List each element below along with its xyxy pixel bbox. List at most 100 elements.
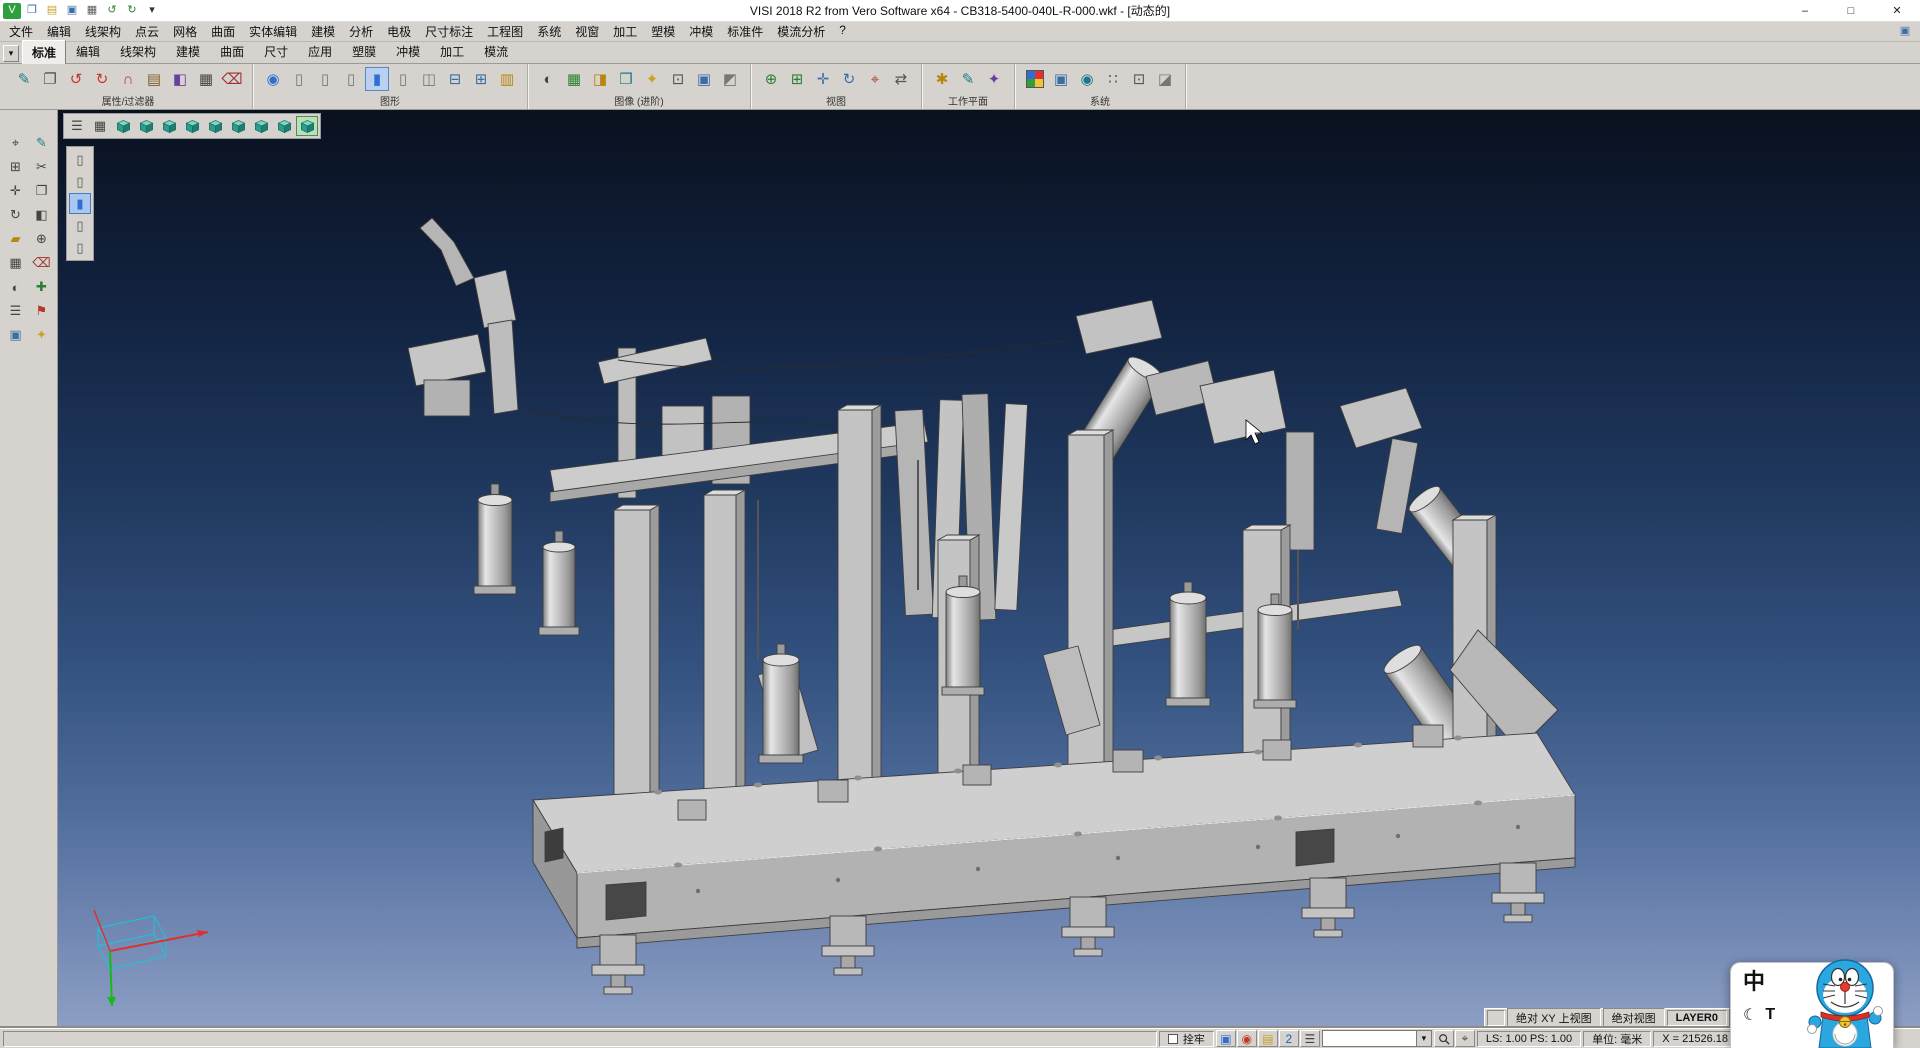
- previous-view-icon[interactable]: ⇄: [889, 67, 913, 91]
- combo-dropdown-icon[interactable]: ▾: [1416, 1031, 1431, 1046]
- cad-model-fixture[interactable]: [58, 110, 1920, 1028]
- element-filter-icon[interactable]: ▦: [194, 67, 218, 91]
- help-2-icon[interactable]: 2: [1279, 1030, 1299, 1047]
- menu-item-17[interactable]: 标准件: [720, 21, 770, 42]
- layers-database-icon[interactable]: ⊟: [443, 67, 467, 91]
- highlight-icon[interactable]: ✦: [640, 67, 664, 91]
- coordinate-combo[interactable]: ▾: [1322, 1030, 1432, 1047]
- offset-icon[interactable]: ⊕: [30, 228, 54, 250]
- clear-filter-icon[interactable]: ⌫: [220, 67, 244, 91]
- zoom-all-icon[interactable]: ⊕: [759, 67, 783, 91]
- layer-filter-icon[interactable]: ▤: [142, 67, 166, 91]
- ribbon-tab-9[interactable]: 加工: [430, 39, 474, 63]
- right-view-icon[interactable]: [181, 116, 203, 136]
- grid-icon[interactable]: ▦: [4, 252, 28, 274]
- active-layer-label[interactable]: LAYER0: [1667, 1010, 1727, 1026]
- ribbon-tab-2[interactable]: 线架构: [110, 39, 166, 63]
- graphics-settings-icon[interactable]: ▥: [495, 67, 519, 91]
- menu-item-18[interactable]: 模流分析: [770, 21, 832, 42]
- front-view-icon[interactable]: [158, 116, 180, 136]
- snapshot-icon[interactable]: ◉: [1237, 1030, 1257, 1047]
- axonometric-view-icon[interactable]: [273, 116, 295, 136]
- cylinder-dashed-icon[interactable]: ▯: [339, 67, 363, 91]
- ribbon-tab-3[interactable]: 建模: [166, 39, 210, 63]
- cylinder-hidden-icon[interactable]: ▯: [313, 67, 337, 91]
- ime-punctuation-icon[interactable]: T: [1765, 1006, 1775, 1024]
- menu-item-12[interactable]: 系统: [530, 21, 568, 42]
- clamp-cylinders[interactable]: [474, 484, 1296, 763]
- globe-settings-icon[interactable]: ◉: [1075, 67, 1099, 91]
- redo-icon[interactable]: ↻: [123, 3, 141, 19]
- grid-snap-icon[interactable]: ∷: [1101, 67, 1125, 91]
- save-session-icon[interactable]: ▣: [1216, 1030, 1236, 1047]
- list-icon[interactable]: ☰: [4, 300, 28, 322]
- properties-icon[interactable]: ▣: [4, 324, 28, 346]
- close-button[interactable]: ✕: [1874, 0, 1920, 21]
- display-settings-icon[interactable]: ▣: [1049, 67, 1073, 91]
- folder-icon[interactable]: ▤: [1258, 1030, 1278, 1047]
- zoom-window-icon[interactable]: ⊞: [4, 156, 28, 178]
- print-icon[interactable]: ▦: [83, 3, 101, 19]
- menu-item-15[interactable]: 塑模: [644, 21, 682, 42]
- rotate-icon[interactable]: ↻: [4, 204, 28, 226]
- copy-icon[interactable]: ❐: [30, 180, 54, 202]
- wireframe-mode-icon[interactable]: ▦: [562, 67, 586, 91]
- delete-icon[interactable]: ⌫: [30, 252, 54, 274]
- view-grid-icon[interactable]: ▦: [89, 116, 111, 136]
- mirror-icon[interactable]: ◧: [30, 204, 54, 226]
- shaded-view-icon[interactable]: [296, 116, 318, 136]
- filter-solids-icon[interactable]: ▯: [69, 171, 91, 192]
- maximize-button[interactable]: □: [1828, 0, 1874, 21]
- filter-all-entities-icon[interactable]: ▯: [69, 149, 91, 170]
- filter-wireframe-icon[interactable]: ▯: [69, 237, 91, 258]
- cylinder-shaded-icon[interactable]: ▮: [365, 67, 389, 91]
- refresh-graphics-icon[interactable]: ◉: [261, 67, 285, 91]
- pan-view-icon[interactable]: ✛: [811, 67, 835, 91]
- lock-toggle[interactable]: 拴牢: [1159, 1031, 1214, 1047]
- cylinder-section-icon[interactable]: ◫: [417, 67, 441, 91]
- highlight-element-icon[interactable]: ✦: [30, 324, 54, 346]
- workplane-edit-icon[interactable]: ✎: [956, 67, 980, 91]
- layer-list-icon[interactable]: ☰: [1300, 1030, 1320, 1047]
- ime-mode-indicator[interactable]: 中: [1743, 971, 1775, 993]
- move-icon[interactable]: ✛: [4, 180, 28, 202]
- magnet-snap-icon[interactable]: ∩: [116, 67, 140, 91]
- zoom-window-icon[interactable]: ⊞: [785, 67, 809, 91]
- left-view-icon[interactable]: [204, 116, 226, 136]
- tab-overflow-button[interactable]: ▾: [3, 45, 19, 62]
- quick-access-dropdown-icon[interactable]: ▾: [143, 3, 161, 19]
- ribbon-tab-6[interactable]: 应用: [298, 39, 342, 63]
- cylinder-edges-icon[interactable]: ▯: [391, 67, 415, 91]
- ribbon-tab-5[interactable]: 尺寸: [254, 39, 298, 63]
- top-view-icon[interactable]: [135, 116, 157, 136]
- ime-fullwidth-moon-icon[interactable]: ☾: [1743, 1005, 1757, 1025]
- back-view-icon[interactable]: [227, 116, 249, 136]
- search-view-icon[interactable]: [1487, 1010, 1505, 1026]
- rotate-view-icon[interactable]: ↻: [837, 67, 861, 91]
- menu-item-19[interactable]: ?: [832, 21, 853, 42]
- visi-logo-icon[interactable]: V: [3, 3, 21, 19]
- ribbon-tab-8[interactable]: 冲模: [386, 39, 430, 63]
- window-restore-icon[interactable]: ▣: [1896, 24, 1914, 40]
- bottom-view-icon[interactable]: [250, 116, 272, 136]
- undo-attribute-icon[interactable]: ↺: [64, 67, 88, 91]
- minimize-button[interactable]: –: [1782, 0, 1828, 21]
- save-file-icon[interactable]: ▣: [63, 3, 81, 19]
- background-icon[interactable]: ▣: [692, 67, 716, 91]
- texture-icon[interactable]: ⊡: [666, 67, 690, 91]
- blocks-database-icon[interactable]: ⊞: [469, 67, 493, 91]
- section-view-icon[interactable]: ◩: [718, 67, 742, 91]
- absolute-view-label[interactable]: 绝对视图: [1603, 1008, 1665, 1028]
- transparency-icon[interactable]: ❒: [614, 67, 638, 91]
- snap-target-icon[interactable]: ⌖: [1455, 1030, 1475, 1047]
- cad-exchange-icon[interactable]: ◪: [1153, 67, 1177, 91]
- view-mode-label[interactable]: 绝对 XY 上视图: [1507, 1008, 1601, 1028]
- ribbon-tab-1[interactable]: 编辑: [66, 39, 110, 63]
- iso-view-icon[interactable]: [112, 116, 134, 136]
- select-icon[interactable]: ⌖: [4, 132, 28, 154]
- sketch-icon[interactable]: ✎: [30, 132, 54, 154]
- flag-icon[interactable]: ⚑: [30, 300, 54, 322]
- open-file-icon[interactable]: ▤: [43, 3, 61, 19]
- new-document-icon[interactable]: ❐: [23, 3, 41, 19]
- workplane-create-icon[interactable]: ✱: [930, 67, 954, 91]
